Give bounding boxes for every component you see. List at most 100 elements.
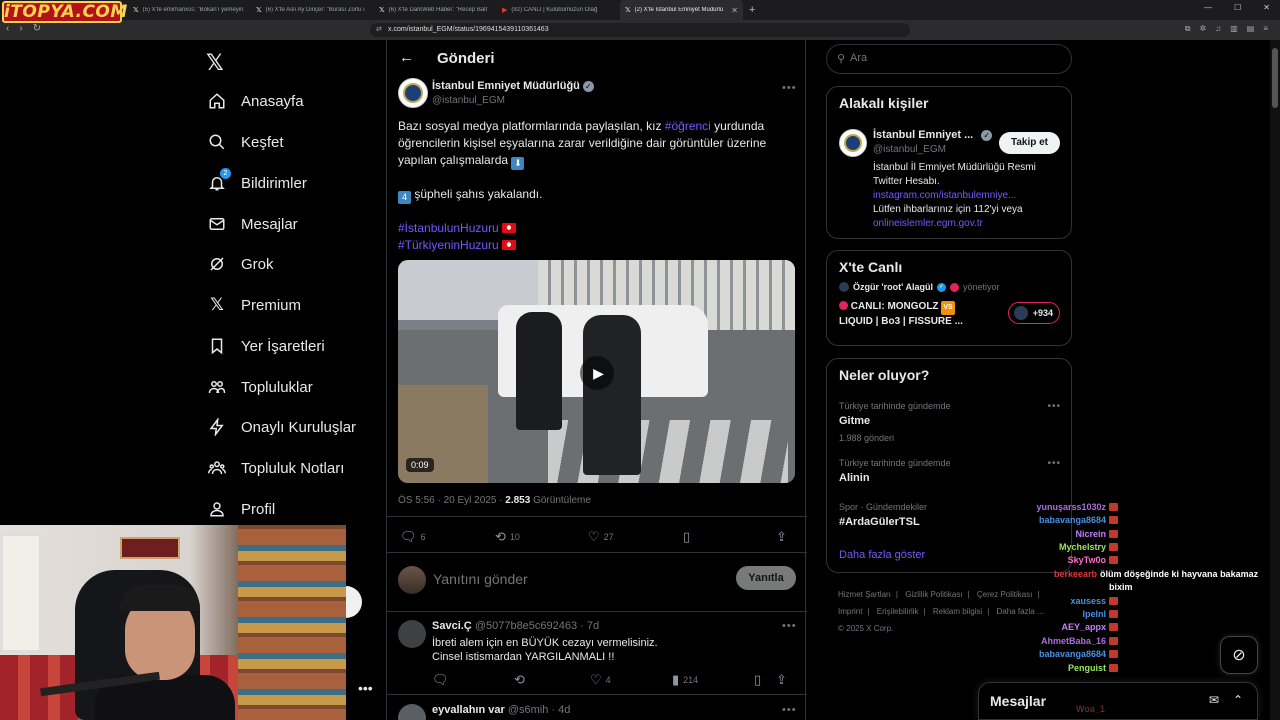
views-action[interactable]: ▮ 214 bbox=[672, 672, 698, 688]
like-action[interactable]: ♡ 27 bbox=[588, 529, 614, 545]
messages-drawer[interactable]: Mesajlar ✉ ⌃ bbox=[978, 682, 1258, 720]
live-listener-count[interactable]: +934 bbox=[1008, 302, 1060, 324]
puzzle-icon[interactable]: ✲ bbox=[1200, 24, 1207, 34]
home-icon bbox=[207, 91, 227, 111]
trend-item[interactable]: Türkiye tarihinde gündemde Alinin ••• bbox=[839, 458, 1061, 484]
related-name-link[interactable]: İstanbul Emniyet ... ✓ bbox=[873, 129, 993, 141]
repost-action[interactable]: ⟲ 10 bbox=[495, 529, 520, 545]
nav-item-bookmarks[interactable]: Yer İşaretleri bbox=[207, 332, 325, 360]
bookmark-icon: ▯ bbox=[683, 529, 691, 544]
reply-icon: 🗨 bbox=[432, 672, 449, 687]
search-input[interactable] bbox=[850, 52, 1050, 64]
grok-icon bbox=[207, 254, 227, 274]
site-info-icon[interactable]: ⇄ bbox=[376, 23, 382, 37]
footer-link[interactable]: Reklam bilgisi bbox=[933, 607, 982, 616]
tab-strip: 𝕏 (5) X'te emirhanxss: "Bokan'ı yemeyin 𝕏… bbox=[128, 0, 755, 20]
more-icon[interactable]: ••• bbox=[782, 620, 797, 632]
back-nav-icon[interactable]: ‹ bbox=[6, 23, 9, 34]
sidebar-icon[interactable]: ▥ bbox=[1230, 24, 1238, 34]
reply-button[interactable]: Yanıtla bbox=[736, 566, 796, 590]
more-icon[interactable]: ••• bbox=[1047, 401, 1061, 412]
reply-item[interactable]: Savci.Ç @5077b8e5c692463 · 7d ••• İbreti… bbox=[398, 620, 796, 690]
reply-action[interactable]: 🗨 bbox=[432, 672, 449, 688]
close-window-icon[interactable]: ✕ bbox=[1263, 3, 1270, 12]
extension-icon[interactable]: ⧉ bbox=[1185, 24, 1191, 34]
more-icon[interactable]: ••• bbox=[782, 82, 797, 94]
reply-item[interactable]: eyvallahın var @s6mih · 4d ••• bbox=[398, 704, 796, 720]
post-author: İstanbul Emniyet Müdürlüğü ✓ @istanbul_E… bbox=[398, 78, 798, 110]
more-icon[interactable]: ••• bbox=[1047, 458, 1061, 469]
related-handle[interactable]: @istanbul_EGM bbox=[873, 144, 946, 155]
new-tab-icon[interactable]: + bbox=[749, 4, 755, 16]
hashtag-link[interactable]: #İstanbulunHuzuru bbox=[398, 221, 499, 235]
nav-item-home[interactable]: Anasayfa bbox=[207, 87, 304, 115]
play-icon[interactable]: ▶ bbox=[580, 356, 614, 390]
reload-icon[interactable]: ↻ bbox=[33, 23, 41, 34]
browser-tab-active[interactable]: 𝕏 (2) X'te İstanbul Emniyet Müdürlü ✕ bbox=[620, 0, 743, 20]
hashtag-link[interactable]: #TürkiyeninHuzuru bbox=[398, 238, 499, 252]
close-tab-icon[interactable]: ✕ bbox=[731, 6, 738, 15]
minimize-icon[interactable]: — bbox=[1204, 3, 1212, 12]
nav-item-verified-orgs[interactable]: Onaylı Kuruluşlar bbox=[207, 413, 356, 441]
share-action[interactable]: ⇪ bbox=[776, 672, 787, 688]
reply-action[interactable]: 🗨 6 bbox=[400, 529, 426, 545]
reply-input[interactable]: Yanıtını gönder bbox=[433, 571, 528, 587]
related-avatar[interactable] bbox=[839, 129, 867, 157]
people-icon bbox=[207, 377, 227, 397]
browser-tab[interactable]: 𝕏 (5) X'te emirhanxss: "Bokan'ı yemeyin bbox=[128, 0, 251, 20]
more-options-icon[interactable]: ••• bbox=[358, 680, 373, 696]
footer-link[interactable]: Hizmet Şartları bbox=[838, 590, 891, 599]
author-name-link[interactable]: İstanbul Emniyet Müdürlüğü ✓ bbox=[432, 80, 594, 92]
expand-icon[interactable]: ⌃ bbox=[1233, 693, 1243, 707]
trend-item[interactable]: Türkiye tarihinde gündemde Gitme 1.988 g… bbox=[839, 401, 1061, 443]
post-actions: 🗨 6 ⟲ 10 ♡ 27 ▯ ⇪ bbox=[398, 528, 793, 546]
bio-link[interactable]: onlineislemler.egm.gov.tr bbox=[873, 217, 1063, 231]
nav-item-grok[interactable]: Grok bbox=[207, 250, 274, 278]
chat-badge-icon bbox=[1109, 543, 1118, 551]
repost-action[interactable]: ⟲ bbox=[514, 672, 525, 688]
bio-link[interactable]: instagram.com/istanbulemniye... bbox=[873, 189, 1063, 203]
new-message-icon[interactable]: ✉ bbox=[1209, 693, 1219, 707]
maximize-icon[interactable]: ☐ bbox=[1234, 3, 1241, 12]
forward-nav-icon[interactable]: › bbox=[19, 23, 22, 34]
back-arrow-icon[interactable]: ← bbox=[399, 49, 414, 66]
live-card: X'te Canlı Özgür 'root' Alagül ✓ yönetiy… bbox=[826, 250, 1072, 346]
post-video[interactable]: ▶ 0:09 bbox=[398, 260, 795, 483]
hashtag-link[interactable]: #öğrenci bbox=[665, 119, 711, 133]
browser-tab[interactable]: 𝕏 (6) X'te Aslı Ay Dinçer: "Burası Zorlu … bbox=[251, 0, 374, 20]
nav-item-communities[interactable]: Topluluklar bbox=[207, 373, 313, 401]
footer-link[interactable]: Gizlilik Politikası bbox=[905, 590, 962, 599]
show-more-link[interactable]: Daha fazla göster bbox=[839, 549, 925, 561]
nav-item-notifications[interactable]: 2 Bildirimler bbox=[207, 168, 307, 197]
live-host[interactable]: Özgür 'root' Alagül ✓ yönetiyor bbox=[839, 282, 999, 292]
reply-avatar[interactable] bbox=[398, 704, 426, 720]
more-icon[interactable]: ••• bbox=[782, 704, 797, 716]
bookmark-action[interactable]: ▯ bbox=[754, 672, 761, 688]
menu-icon[interactable]: ≡ bbox=[1263, 24, 1268, 34]
share-action[interactable]: ⇪ bbox=[776, 529, 787, 545]
nav-item-messages[interactable]: Mesajlar bbox=[207, 210, 298, 238]
music-icon[interactable]: ♫ bbox=[1215, 24, 1221, 34]
chat-badge-icon bbox=[1109, 516, 1118, 524]
grok-float-icon[interactable]: ⊘ bbox=[1220, 636, 1258, 674]
x-logo-icon[interactable]: 𝕏 bbox=[206, 50, 224, 76]
like-action[interactable]: ♡ 4 bbox=[590, 672, 611, 688]
url-field[interactable]: ⇄ x.com/istanbul_EGM/status/196941543911… bbox=[370, 23, 910, 37]
live-stream-title[interactable]: CANLI: MONGOLZ VS LIQUID | Bo3 | FISSURE … bbox=[839, 300, 999, 329]
nav-item-profile[interactable]: Profil bbox=[207, 495, 275, 523]
footer-link[interactable]: Erişilebilirlik bbox=[877, 607, 919, 616]
host-avatar bbox=[839, 282, 849, 292]
nav-item-community-notes[interactable]: Topluluk Notları bbox=[207, 454, 344, 482]
reply-avatar[interactable] bbox=[398, 620, 426, 648]
author-handle[interactable]: @istanbul_EGM bbox=[432, 95, 505, 106]
bookmark-action[interactable]: ▯ bbox=[683, 529, 690, 545]
follow-button[interactable]: Takip et bbox=[999, 132, 1060, 154]
wallet-icon[interactable]: ▤ bbox=[1247, 24, 1255, 34]
repost-icon: ⟲ bbox=[495, 529, 506, 544]
nav-item-premium[interactable]: 𝕏 Premium bbox=[207, 291, 301, 319]
browser-tab[interactable]: 𝕏 (6) X'te DarkWeb Haber: "Recep Balt bbox=[374, 0, 497, 20]
browser-tab[interactable]: ▶ (92) CANLI | Kulübümüzün Olağ bbox=[497, 0, 620, 20]
footer-link[interactable]: Imprint bbox=[838, 607, 862, 616]
nav-item-explore[interactable]: Keşfet bbox=[207, 128, 284, 156]
author-avatar[interactable] bbox=[398, 78, 428, 108]
